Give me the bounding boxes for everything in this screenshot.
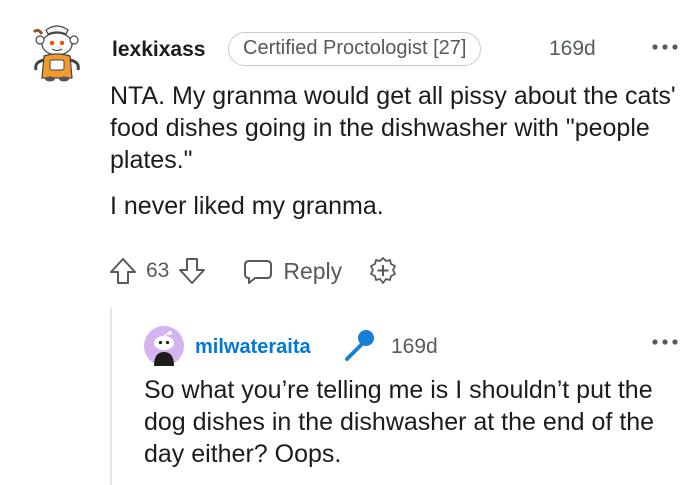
vote-score: 63 [146,259,170,282]
downvote-arrow-icon[interactable] [177,256,207,286]
upvote-arrow-icon[interactable] [108,256,138,286]
reply-timestamp: 169d [391,335,438,358]
comment-paragraph: NTA. My granma would get all pissy about… [110,82,676,174]
comment-username[interactable]: lexkixass [112,38,205,62]
speech-bubble-icon [244,260,273,284]
thread-line[interactable] [110,308,112,485]
user-avatar-icon[interactable] [28,20,86,82]
more-options-icon[interactable] [650,38,680,56]
reply-label: Reply [283,257,343,284]
reply-button[interactable]: Reply [243,256,342,286]
award-plus-icon[interactable] [368,256,398,286]
user-flair: Certified Proctologist [27] [228,32,482,66]
reply-username[interactable]: milwateraita [195,336,311,359]
user-avatar-icon[interactable] [144,326,184,366]
more-options-icon[interactable] [650,333,680,351]
comment-timestamp: 169d [549,37,596,60]
reply-body: So what you’re telling me is I shouldn’t… [144,376,655,468]
comment-paragraph: I never liked my granma. [110,192,384,220]
microphone-icon [345,330,374,361]
comment-body: NTA. My granma would get all pissy about… [110,80,685,236]
comment-action-bar: 63 Reply [108,254,398,288]
